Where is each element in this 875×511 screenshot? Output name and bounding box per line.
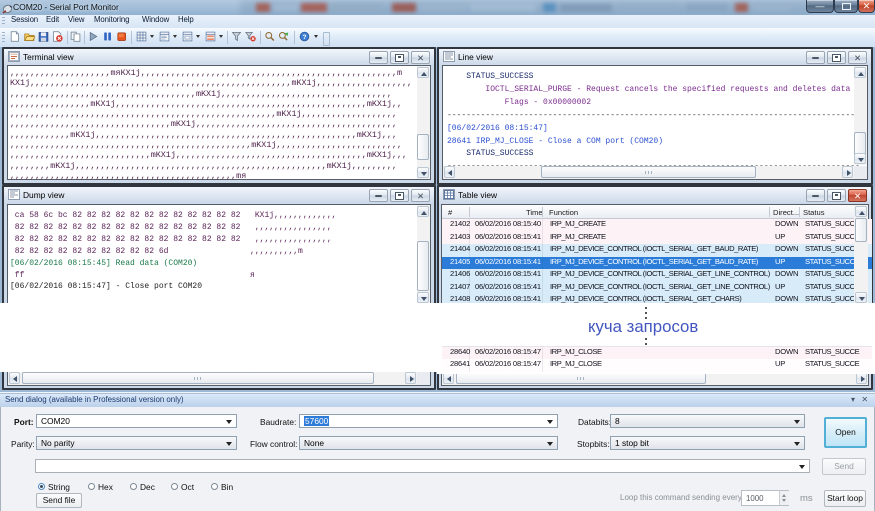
svg-text:?: ? (302, 34, 306, 41)
